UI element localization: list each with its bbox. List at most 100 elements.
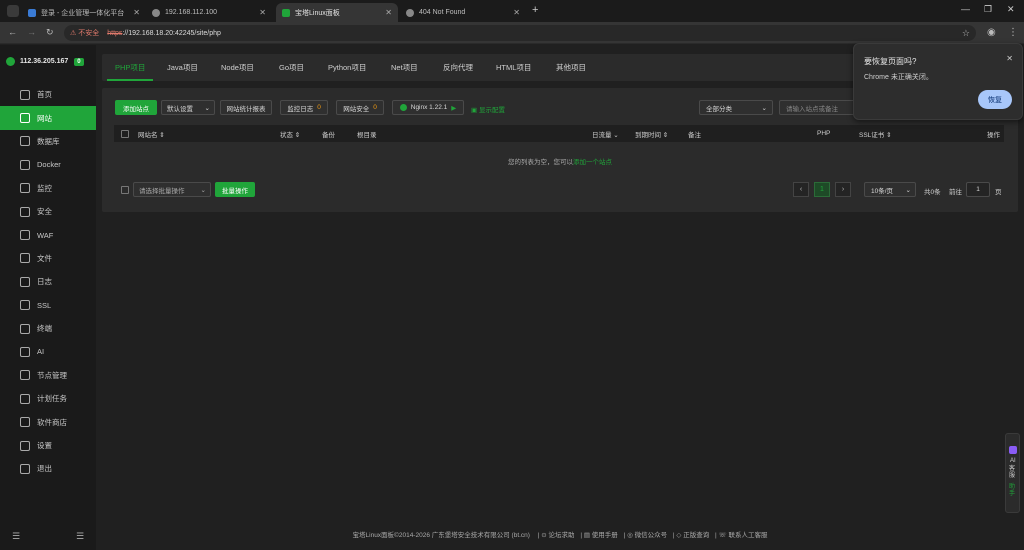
sidebar-item-logout[interactable]: 退出 [0, 457, 96, 480]
sidebar-item-logs[interactable]: 日志 [0, 270, 96, 293]
chrome-menu-icon[interactable]: ⋮ [1008, 27, 1018, 38]
sidebar-item-files[interactable]: 文件 [0, 247, 96, 270]
chevron-down-icon: ⌄ [761, 104, 767, 112]
sidebar-menu: 首页 网站 数据库 Docker 监控 安全 WAF 文件 日志 SSL 终端 … [0, 83, 96, 481]
shield-icon [20, 206, 30, 217]
browser-tab-3[interactable]: 宝塔Linux面板 ✕ [276, 3, 398, 22]
bookmark-star-icon[interactable]: ☆ [962, 28, 970, 39]
footer-link-manual[interactable]: | ▤ 使用手册 [580, 532, 617, 539]
batch-operation-select[interactable]: 请选择批量操作 ⌄ [133, 182, 211, 197]
site-stats-button[interactable]: 网站统计报表 [220, 100, 272, 115]
close-icon[interactable]: ✕ [259, 8, 266, 17]
tab-other-project[interactable]: 其他项目 [556, 54, 586, 81]
footer-link-support[interactable]: | ☏ 联系人工客服 [715, 532, 767, 539]
back-icon[interactable]: ← [8, 27, 17, 37]
chevron-down-icon: ⌄ [204, 104, 210, 112]
close-icon[interactable]: ✕ [133, 8, 140, 17]
folder-icon [20, 253, 30, 264]
ai-icon [20, 346, 30, 357]
store-icon [20, 417, 30, 428]
tab-favicon-icon [152, 8, 160, 17]
sidebar-item-cron[interactable]: 计划任务 [0, 387, 96, 410]
category-select[interactable]: 全部分类 ⌄ [699, 100, 773, 115]
notification-badge[interactable]: 0 [74, 57, 84, 66]
page-number[interactable]: 1 [814, 182, 830, 197]
profile-icon[interactable]: ◉ [987, 27, 996, 38]
show-config-link[interactable]: ▣ 显示配置 [471, 104, 505, 114]
insecure-badge[interactable]: ⚠ 不安全 [70, 28, 99, 38]
footer-link-wechat[interactable]: | ◎ 微信公众号 [624, 532, 667, 539]
sidebar-item-store[interactable]: 软件商店 [0, 410, 96, 433]
search-input[interactable]: 请输入站点或备注 [779, 100, 859, 115]
batch-operation-button[interactable]: 批量操作 [215, 182, 255, 197]
add-site-button[interactable]: 添加站点 [115, 100, 157, 115]
reload-icon[interactable]: ↻ [46, 27, 54, 38]
batch-select-checkbox[interactable] [121, 186, 129, 194]
window-close-icon[interactable]: ✕ [1007, 4, 1015, 15]
restore-button[interactable]: 恢复 [978, 90, 1012, 109]
tab-html-project[interactable]: HTML项目 [496, 54, 531, 81]
sidebar-item-ssl[interactable]: SSL [0, 294, 96, 317]
col-status[interactable]: 状态 ⇕ [280, 129, 300, 139]
add-site-link[interactable]: 添加一个站点 [573, 159, 612, 166]
sidebar-item-terminal[interactable]: 终端 [0, 317, 96, 340]
sidebar-item-website[interactable]: 网站 [0, 106, 96, 130]
select-all-checkbox[interactable] [121, 129, 129, 138]
database-icon [20, 136, 30, 147]
footer-link-genuine[interactable]: | ◇ 正版查询 [673, 532, 709, 539]
per-page-select[interactable]: 10条/页 ⌄ [864, 182, 916, 197]
new-tab-icon[interactable]: + [532, 4, 538, 16]
tab-favicon-icon [28, 8, 36, 17]
waf-icon [20, 230, 30, 241]
goto-page-input[interactable]: 1 [966, 182, 990, 197]
sidebar-item-nodes[interactable]: 节点管理 [0, 364, 96, 387]
col-backup: 备份 [322, 131, 335, 139]
page-footer: 宝塔Linux面板©2014-2026 广东堡塔安全技术有限公司 (bt.cn)… [352, 532, 768, 539]
col-expiry[interactable]: 到期时间 ⇕ [635, 129, 668, 139]
sidebar-item-ai[interactable]: AI [0, 340, 96, 363]
monitor-log-button[interactable]: 监控日志 0 [280, 100, 328, 115]
sidebar-item-waf[interactable]: WAF [0, 223, 96, 246]
browser-tab-1[interactable]: 登录 - 企业管理一体化平台 ✕ [22, 3, 146, 22]
tab-node-project[interactable]: Node项目 [221, 54, 254, 81]
col-ssl[interactable]: SSL证书 ⇕ [859, 129, 892, 139]
chevron-down-icon: ⌄ [905, 186, 911, 194]
browser-tab-2[interactable]: 192.168.112.100 ✕ [146, 3, 272, 22]
sidebar-item-home[interactable]: 首页 [0, 83, 96, 106]
minimize-icon[interactable]: — [961, 4, 970, 14]
tab-php-project[interactable]: PHP项目 [106, 54, 154, 81]
page-suffix: 页 [995, 189, 1002, 196]
sidebar-item-database[interactable]: 数据库 [0, 130, 96, 153]
close-icon[interactable]: ✕ [1006, 54, 1013, 63]
server-ip: 112.36.205.167 0 [6, 57, 84, 66]
url-field[interactable]: ⚠ 不安全 https://192.168.18.20:42245/site/p… [64, 25, 976, 41]
forward-icon[interactable]: → [27, 27, 36, 37]
footer-link-forum[interactable]: | ⊙ 论坛求助 [538, 532, 575, 539]
close-icon[interactable]: ✕ [513, 8, 520, 17]
tab-python-project[interactable]: Python项目 [328, 54, 366, 81]
ai-assistant-widget[interactable]: AI 客服 助手 [1005, 433, 1020, 513]
maximize-icon[interactable]: ❐ [984, 4, 992, 15]
sidebar-item-monitor[interactable]: 监控 [0, 177, 96, 200]
collapse-sidebar-icon[interactable]: ☰ [12, 531, 20, 542]
tab-reverse-proxy[interactable]: 反向代理 [443, 54, 473, 81]
site-security-button[interactable]: 网站安全 0 [336, 100, 384, 115]
sidebar-item-security[interactable]: 安全 [0, 200, 96, 223]
prev-page-button[interactable]: ‹ [793, 182, 809, 197]
tab-search-icon[interactable] [7, 5, 19, 17]
next-page-button[interactable]: › [835, 182, 851, 197]
nginx-status-button[interactable]: Nginx 1.22.1 ▶ [392, 100, 464, 115]
tab-go-project[interactable]: Go项目 [279, 54, 304, 81]
address-bar: ← → ↻ ⚠ 不安全 https://192.168.18.20:42245/… [0, 22, 1024, 44]
default-page-dropdown[interactable]: 默认设置 ⌄ [161, 100, 215, 115]
tab-java-project[interactable]: Java项目 [167, 54, 198, 81]
col-site-name[interactable]: 网站名 ⇕ [138, 129, 165, 139]
close-icon[interactable]: ✕ [385, 8, 392, 17]
popup-message: Chrome 未正确关闭。 [864, 74, 933, 81]
sidebar-item-docker[interactable]: Docker [0, 153, 96, 176]
menu-list-icon[interactable]: ☰ [76, 531, 84, 542]
sidebar-item-settings[interactable]: 设置 [0, 434, 96, 457]
browser-tab-4[interactable]: 404 Not Found ✕ [400, 3, 526, 22]
tab-net-project[interactable]: Net项目 [391, 54, 418, 81]
col-daily-traffic[interactable]: 日流量 ⌄ [592, 129, 619, 139]
